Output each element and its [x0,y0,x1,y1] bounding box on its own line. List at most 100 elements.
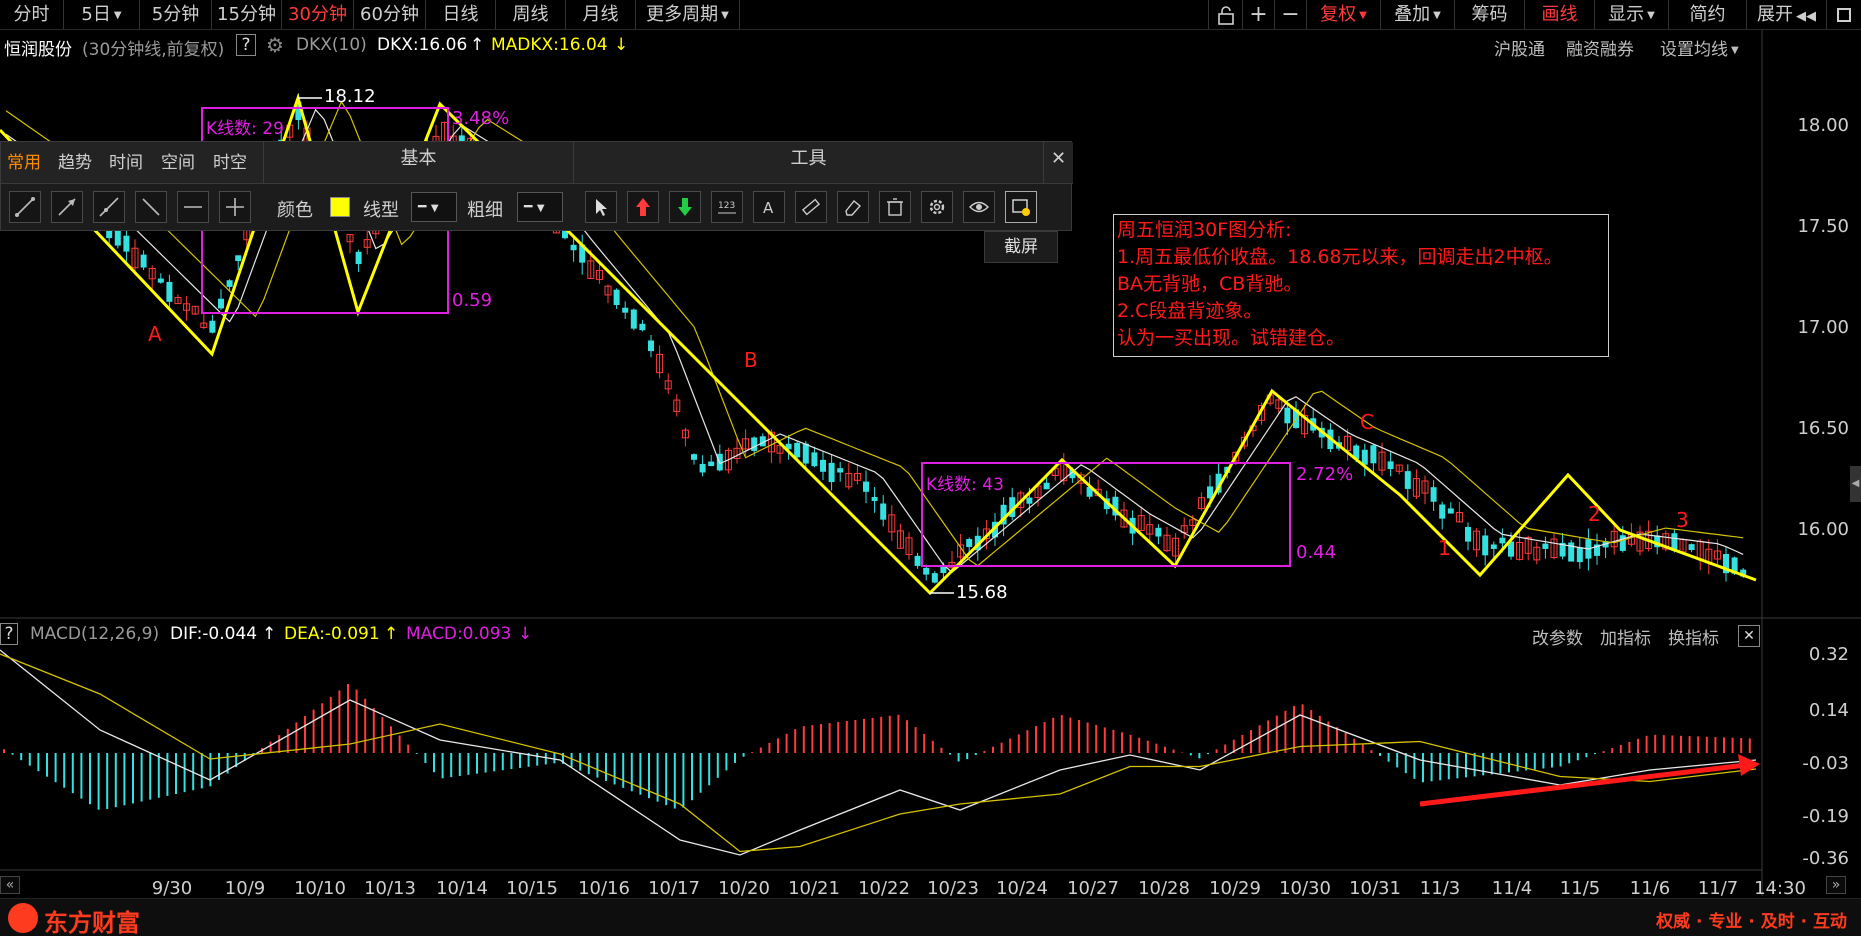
ray-tool-button[interactable] [51,191,83,223]
date-axis-tick: 10/15 [506,878,558,899]
macd-help-button[interactable]: ? [0,623,18,645]
side-collapse-handle[interactable]: ◀ [1850,466,1861,502]
candle-body [923,567,930,575]
visibility-tool-button[interactable] [963,191,995,223]
section-basic: 基本 [263,142,573,184]
macd-lines [0,649,1757,856]
chevron-down-icon: ▼ [430,203,439,214]
close-indicator-button[interactable]: ✕ [1738,625,1760,647]
candle-body [1404,471,1411,489]
segment-tool-button[interactable] [9,191,41,223]
candle-body [166,281,173,302]
candle-body [140,254,147,268]
ray-icon [58,198,76,216]
brand-logo-icon [8,903,38,933]
switch-indicator-button[interactable]: 换指标 [1668,624,1719,649]
up-arrow-tool-button[interactable] [627,191,659,223]
date-axis-tick: 10/27 [1067,878,1119,899]
ruler-tool-button[interactable] [795,191,827,223]
draw-tab-trend[interactable]: 趋势 [58,148,92,173]
settings-tool-button[interactable] [921,191,953,223]
label-a: A [148,322,162,346]
date-axis-tick: 10/22 [858,878,910,899]
date-axis-tick: 10/29 [1209,878,1261,899]
diagonal-tool-button[interactable] [135,191,167,223]
date-axis-tick: 10/9 [224,878,266,899]
text-number-tool-button[interactable]: 123 [711,191,743,223]
line-type-select[interactable]: ━ ▼ [411,192,457,222]
candle-body [1619,535,1626,551]
date-axis-tick: 10/24 [996,878,1048,899]
candle-body [1155,527,1162,537]
date-axis-tick: 11/7 [1697,878,1739,899]
draw-toolbar-close[interactable]: ✕ [1043,142,1073,184]
diagonal-line-icon [142,198,160,216]
green-down-arrow-icon [678,198,692,216]
cursor-icon [596,199,607,216]
candle-body [123,235,130,252]
down-arrow-tool-button[interactable] [669,191,701,223]
candle-body [570,244,577,251]
thickness-select[interactable]: ━ ▼ [517,192,563,222]
thickness-label: 粗细 [467,200,503,221]
screenshot-tool-button[interactable] [1005,191,1037,223]
box2-pct: 2.72% [1296,464,1354,485]
macd-name[interactable]: MACD(12,26,9) [30,624,159,644]
candle-body [940,566,947,574]
color-label: 颜色 [277,200,313,221]
analysis-note[interactable]: 周五恒润30F图分析: 1.周五最低价收盘。18.68元以来，回调走出2中枢。 … [1113,214,1609,357]
candle-body [1688,544,1695,551]
macd-axis-tick: 0.14 [1808,700,1849,721]
hline-tool-button[interactable] [177,191,209,223]
scroll-right-button[interactable]: » [1826,876,1846,894]
candle-body [1482,535,1489,556]
macd-header: ? MACD(12,26,9) DIF:-0.044 ↑ DEA:-0.091 … [0,622,1760,648]
draw-tab-common[interactable]: 常用 [7,148,41,173]
candle-body [1542,543,1549,549]
box2-range: 0.44 [1296,542,1337,563]
line-icon [99,197,119,217]
candle-body [1465,526,1471,542]
select-tool-button[interactable] [585,191,617,223]
line-tool-button[interactable] [93,191,125,223]
eraser-tool-button[interactable] [837,191,869,223]
draw-tab-space[interactable]: 空间 [161,148,195,173]
trend-arrow [1419,762,1747,807]
delete-tool-button[interactable] [879,191,911,223]
screenshot-tooltip: 截屏 [984,231,1058,263]
candle-body [820,459,826,472]
macd-value: MACD:0.093 [406,624,512,644]
dif-line [0,649,1757,856]
candle-body [613,289,620,306]
high-label: 18.12 [324,86,376,107]
text-tool-button[interactable]: A [753,191,785,223]
macd-histogram [3,684,1751,810]
candle-body [639,323,646,331]
price-axis-tick: 18.00 [1797,115,1849,136]
date-axis-tick: 10/13 [364,878,416,899]
eye-icon [969,201,989,213]
draw-tab-time[interactable]: 时间 [109,148,143,173]
draw-tab-spacetime[interactable]: 时空 [213,148,247,173]
macd-axis-tick: -0.19 [1802,806,1849,827]
box1-range: 0.59 [452,290,493,311]
candle-body [1439,504,1446,519]
date-axis-tick: 10/23 [927,878,979,899]
candle-body [235,255,242,262]
date-axis-tick: 9/30 [151,878,193,899]
candle-body [880,503,887,520]
date-axis-tick: 11/3 [1419,878,1461,899]
edit-params-button[interactable]: 改参数 [1532,624,1583,649]
add-indicator-button[interactable]: 加指标 [1600,624,1651,649]
cross-tool-button[interactable] [219,191,251,223]
date-axis-tick: 10/17 [648,878,700,899]
box2-count: K线数: 43 [926,475,1004,495]
candle-body [218,298,224,309]
candle-body [1043,482,1050,490]
color-swatch[interactable] [330,197,350,217]
candle-body [828,462,835,483]
ruler-icon [801,198,821,216]
scroll-left-button[interactable]: « [0,876,20,894]
date-axis-tick: 10/20 [718,878,770,899]
price-axis-tick: 16.50 [1797,418,1849,439]
